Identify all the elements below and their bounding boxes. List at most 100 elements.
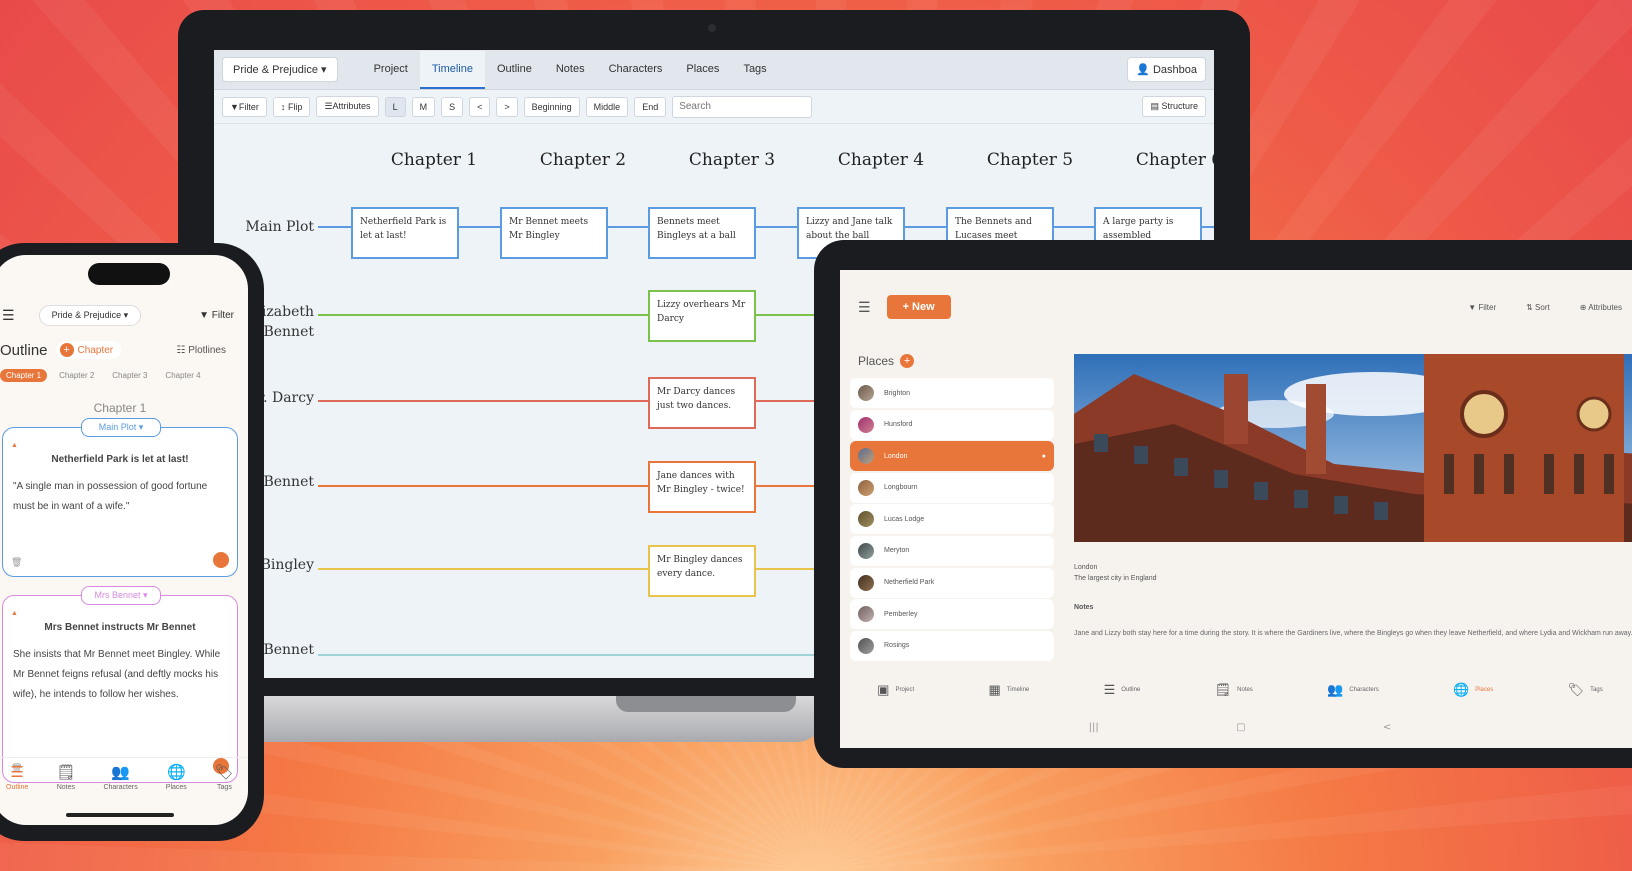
edit-icon[interactable] [213, 552, 229, 568]
home-button[interactable]: ▢ [1236, 722, 1245, 733]
london-building-image [1074, 354, 1632, 542]
tablet-actions: ▼ Filter ⇅ Sort ⊕ Attributes [1468, 303, 1622, 312]
nav-project[interactable]: ▣ Project [877, 682, 914, 698]
list-item[interactable]: Brighton [850, 378, 1054, 408]
sort-label: Sort [1535, 302, 1550, 312]
list-item[interactable]: London ● [850, 441, 1054, 472]
place-name: Brighton [884, 389, 911, 397]
place-avatar [858, 416, 874, 433]
nav-characters[interactable]: 👥 Characters [103, 764, 137, 807]
place-title: London [1074, 564, 1098, 571]
place-avatar [858, 479, 874, 496]
place-name: London [884, 452, 908, 460]
scene-title: Netherfield Park is let at last! [51, 454, 189, 465]
list-item[interactable]: Netherfield Park [850, 567, 1054, 598]
scene-card[interactable]: Jane dances with Mr Bingley - twice! [648, 461, 756, 513]
nav-outline[interactable]: ☰ Outline [6, 764, 28, 807]
scene-card[interactable]: Netherfield Park is let at last! [351, 207, 459, 259]
filter-label: Filter [1478, 302, 1497, 312]
nav-timeline[interactable]: ▦ Timeline [989, 682, 1030, 698]
scene-card[interactable]: Mr Darcy dances just two dances. [648, 377, 756, 429]
place-image [1074, 354, 1632, 542]
back-button[interactable]: < [1383, 722, 1391, 733]
collapse-icon[interactable]: ▲ [11, 610, 18, 617]
add-place-icon[interactable]: + [900, 354, 915, 368]
filter-icon: ▼ [199, 309, 212, 321]
nav-label: Outline [6, 784, 29, 791]
scene-card[interactable]: Mr Bingley dances every dance. [648, 545, 756, 597]
home-indicator[interactable] [66, 813, 174, 817]
nav-tags[interactable]: 🏷 Tags [1568, 682, 1603, 698]
laptop-notch [616, 696, 796, 712]
list-item[interactable]: Lucas Lodge [850, 504, 1054, 535]
chapter-tab[interactable]: Chapter 4 [159, 369, 206, 382]
scene-card[interactable]: ▲ Mrs Bennet ▾ Mrs Bennet instructs Mr B… [2, 586, 238, 783]
characters-icon: 👥 [111, 764, 130, 781]
project-selector[interactable]: Pride & Prejudice ▾ [38, 304, 142, 326]
filter-button[interactable]: ▼ Filter [199, 310, 234, 321]
scene-card[interactable]: ▲ Main Plot ▾ Netherfield Park is let at… [2, 418, 238, 577]
nav-label: Notes [56, 784, 75, 791]
scene-body: She insists that Mr Bennet meet Bingley.… [13, 649, 221, 700]
phone-screen: ☰ Pride & Prejudice ▾ ▼ Filter Outline +… [0, 255, 248, 825]
nav-label: Project [895, 687, 915, 693]
trash-icon[interactable]: 🗑 [11, 557, 22, 568]
menu-icon[interactable]: ☰ [2, 307, 15, 324]
nav-label: Characters [1349, 687, 1379, 693]
outline-icon: ☰ [1103, 682, 1116, 697]
nav-places[interactable]: 🌐 Places [1453, 682, 1493, 698]
places-list: Brighton Hunsford London ● Longbourn Luca… [850, 378, 1054, 662]
list-item[interactable]: Rosings [850, 630, 1054, 661]
timeline-icon: ▦ [988, 682, 1001, 697]
chapter-label: Chapter [77, 344, 114, 356]
nav-tags[interactable]: 🏷 Tags [215, 764, 234, 807]
place-description: The largest city in England [1074, 575, 1157, 582]
filter-icon: ▼ [1468, 302, 1479, 312]
chapter-tab[interactable]: Chapter 1 [0, 369, 48, 382]
scene-card[interactable]: Bennets meet Bingleys at a ball [648, 207, 756, 259]
plotline-tag[interactable]: Main Plot ▾ [81, 418, 161, 437]
add-chapter-button[interactable]: + Chapter [55, 341, 122, 359]
nav-label: Tags [1590, 687, 1603, 693]
nav-notes[interactable]: 🗒 Notes [56, 764, 75, 807]
list-item[interactable]: Meryton [850, 535, 1054, 566]
scene-card[interactable]: Mr Bennet meets Mr Bingley [500, 207, 608, 259]
attributes-button[interactable]: ⊕ Attributes [1580, 303, 1622, 312]
nav-label: Characters [103, 784, 138, 791]
place-name: Hunsford [884, 421, 913, 429]
new-button[interactable]: + New [886, 295, 951, 319]
tag-icon: 🏷 [214, 764, 234, 781]
nav-characters[interactable]: 👥 Characters [1327, 682, 1379, 698]
places-heading: Places + [858, 354, 915, 368]
globe-icon: 🌐 [1453, 682, 1470, 697]
notes-text[interactable]: Jane and Lizzy both stay here for a time… [1074, 626, 1632, 642]
attributes-icon: ⊕ [1579, 302, 1589, 312]
nav-label: Tags [217, 784, 232, 791]
chapter-tab[interactable]: Chapter 2 [53, 369, 100, 382]
place-avatar [858, 574, 874, 591]
notes-heading: Notes [1074, 604, 1094, 611]
place-name: Rosings [884, 642, 910, 650]
dynamic-island [88, 263, 170, 285]
chapter-heading: Chapter 1 [93, 401, 147, 415]
notes-icon: 🗒 [56, 764, 76, 781]
menu-icon[interactable]: ☰ [858, 299, 871, 316]
scene-card[interactable]: Lizzy overhears Mr Darcy [648, 290, 756, 342]
nav-outline[interactable]: ☰ Outline [1104, 682, 1141, 698]
list-item[interactable]: Pemberley [850, 599, 1054, 630]
nav-notes[interactable]: 🗒 Notes [1215, 682, 1253, 698]
list-item[interactable]: Hunsford [850, 409, 1054, 440]
tablet-frame: ☰ + New ▼ Filter ⇅ Sort ⊕ Attributes Pla… [814, 240, 1632, 768]
chapter-tab[interactable]: Chapter 3 [106, 369, 153, 382]
sort-button[interactable]: ⇅ Sort [1526, 303, 1550, 312]
nav-label: Places [1475, 687, 1494, 693]
recents-button[interactable]: ||| [1089, 722, 1099, 733]
filter-label: Filter [211, 309, 234, 321]
list-item[interactable]: Longbourn [850, 472, 1054, 503]
nav-places[interactable]: 🌐 Places [166, 764, 187, 807]
plotlines-button[interactable]: ☷ Plotlines [176, 345, 226, 356]
plotline-tag[interactable]: Mrs Bennet ▾ [81, 586, 161, 605]
characters-icon: 👥 [1327, 682, 1344, 697]
filter-button[interactable]: ▼ Filter [1468, 303, 1496, 312]
collapse-icon[interactable]: ▲ [11, 442, 18, 449]
